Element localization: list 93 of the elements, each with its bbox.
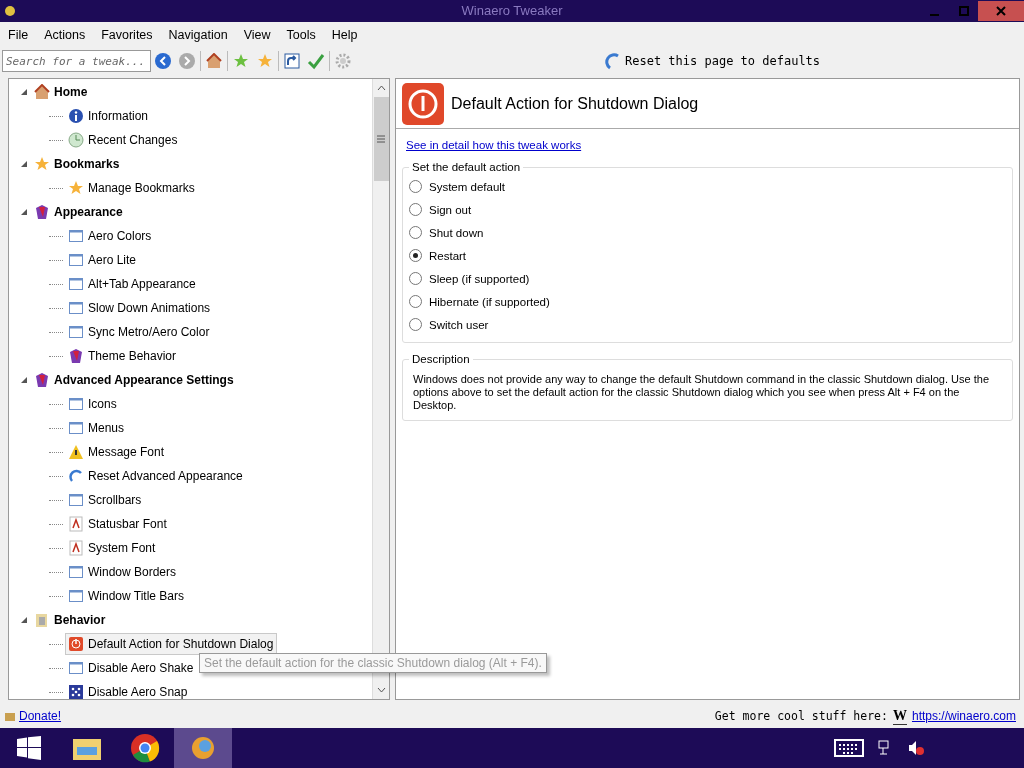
tree-item[interactable]: Sync Metro/Aero Color	[65, 321, 214, 343]
maximize-icon	[958, 6, 969, 16]
star-icon	[68, 180, 84, 196]
radio-option[interactable]: Restart	[409, 244, 1006, 267]
collapse-icon[interactable]	[21, 377, 27, 383]
reset-button[interactable]: Reset this page to defaults	[605, 52, 821, 70]
tree-category[interactable]: Appearance	[31, 201, 127, 223]
tree-item[interactable]: Menus	[65, 417, 129, 439]
window-icon	[68, 228, 84, 244]
menu-item[interactable]: Tools	[280, 28, 326, 42]
details-link[interactable]: See in detail how this tweak works	[406, 139, 582, 151]
tree-item[interactable]: Default Action for Shutdown Dialog	[65, 633, 278, 655]
tree-item[interactable]: Disable Aero Shake	[65, 657, 198, 679]
clock-icon	[68, 132, 84, 148]
star-icon	[34, 156, 50, 172]
radio-option[interactable]: System default	[409, 175, 1006, 198]
logo: W	[892, 707, 907, 725]
power-icon	[68, 636, 84, 652]
window-icon	[68, 588, 84, 604]
tree-item[interactable]: Slow Down Animations	[65, 297, 215, 319]
window-icon	[68, 564, 84, 580]
radio-option[interactable]: Sleep (if supported)	[409, 267, 1006, 290]
window-icon	[68, 492, 84, 508]
page-title: Default Action for Shutdown Dialog	[451, 94, 699, 113]
muted-speaker-icon[interactable]	[908, 740, 924, 756]
menu-item[interactable]: Help	[325, 28, 368, 42]
website-link[interactable]: https://winaero.com	[911, 709, 1016, 723]
group-title: Set the default action	[411, 161, 522, 173]
donate-link[interactable]: Donate!	[19, 709, 62, 723]
tree-item[interactable]: Scrollbars	[65, 489, 146, 511]
windows-icon	[17, 736, 41, 760]
window-icon	[68, 252, 84, 268]
tree-item[interactable]: Disable Aero Snap	[65, 681, 192, 699]
star-icon	[233, 53, 249, 69]
info-icon	[68, 108, 84, 124]
window-icon	[68, 324, 84, 340]
keyboard-icon[interactable]	[834, 739, 864, 757]
tree-item[interactable]: Aero Colors	[65, 225, 156, 247]
font-icon	[68, 516, 84, 532]
tree-item[interactable]: Statusbar Font	[65, 513, 171, 535]
tree-item[interactable]: Information	[65, 105, 153, 127]
tree-item[interactable]: Manage Bookmarks	[65, 177, 199, 199]
description-text: Windows does not provide any way to change the default Shutdown command in the classic Shutdown dialog. Use the options above to set the default action for the classic Shutdown dialog which you see when press Alt + F4 on the Desktop.	[413, 373, 990, 412]
star-icon	[257, 53, 273, 69]
app-icon	[190, 735, 216, 761]
tree-category[interactable]: Behavior	[31, 609, 110, 631]
tree-item[interactable]: Aero Lite	[65, 249, 141, 271]
menu-item[interactable]: File	[2, 28, 39, 42]
promo-text: Get more cool stuff here:	[714, 709, 888, 723]
close-button[interactable]	[978, 1, 1024, 21]
tree-item[interactable]: Message Font	[65, 441, 169, 463]
window-icon	[68, 420, 84, 436]
app-icon	[4, 5, 16, 17]
search-field[interactable]: Search for a tweak...	[2, 50, 151, 72]
menu-item[interactable]: Actions	[38, 28, 96, 42]
tree-item[interactable]: Window Borders	[65, 561, 181, 583]
tree-category[interactable]: Home	[31, 81, 92, 103]
tree-category[interactable]: Bookmarks	[31, 153, 124, 175]
tree-category[interactable]: Advanced Appearance Settings	[31, 369, 238, 391]
window-title: Winaero Tweaker	[461, 3, 563, 18]
tree-item[interactable]: Recent Changes	[65, 129, 182, 151]
group-title: Description	[411, 353, 471, 365]
radio-option[interactable]: Hibernate (if supported)	[409, 290, 1006, 313]
window-icon	[68, 300, 84, 316]
tree-item[interactable]: System Font	[65, 537, 160, 559]
power-icon	[401, 81, 445, 126]
collapse-icon[interactable]	[21, 617, 27, 623]
radio-option[interactable]: Switch user	[409, 313, 1006, 336]
window-icon	[68, 660, 84, 676]
reset-icon	[605, 52, 621, 70]
tree-item[interactable]: Reset Advanced Appearance	[65, 465, 247, 487]
tree-item[interactable]: Icons	[65, 393, 121, 415]
minimize-icon	[930, 13, 939, 16]
close-icon	[996, 6, 1006, 16]
menu-item[interactable]: Favorites	[95, 28, 163, 42]
warning-icon	[68, 444, 84, 460]
collapse-icon[interactable]	[21, 209, 27, 215]
collapse-icon[interactable]	[21, 89, 27, 95]
window-icon	[68, 396, 84, 412]
window-icon	[68, 276, 84, 292]
tooltip: Set the default action for the classic Shutdown dialog (Alt + F4).	[199, 653, 547, 673]
browser-icon	[130, 733, 160, 763]
menu-item[interactable]: View	[237, 28, 281, 42]
house-icon	[34, 84, 50, 100]
menu-item[interactable]: Navigation	[162, 28, 238, 42]
grip-icon	[377, 135, 385, 143]
radio-option[interactable]: Sign out	[409, 198, 1006, 221]
font-icon	[68, 540, 84, 556]
tree-item[interactable]: Alt+Tab Appearance	[65, 273, 200, 295]
collapse-icon[interactable]	[21, 161, 27, 167]
tree-item[interactable]: Theme Behavior	[65, 345, 181, 367]
radio-option[interactable]: Shut down	[409, 221, 1006, 244]
tree-item[interactable]: Window Title Bars	[65, 585, 189, 607]
